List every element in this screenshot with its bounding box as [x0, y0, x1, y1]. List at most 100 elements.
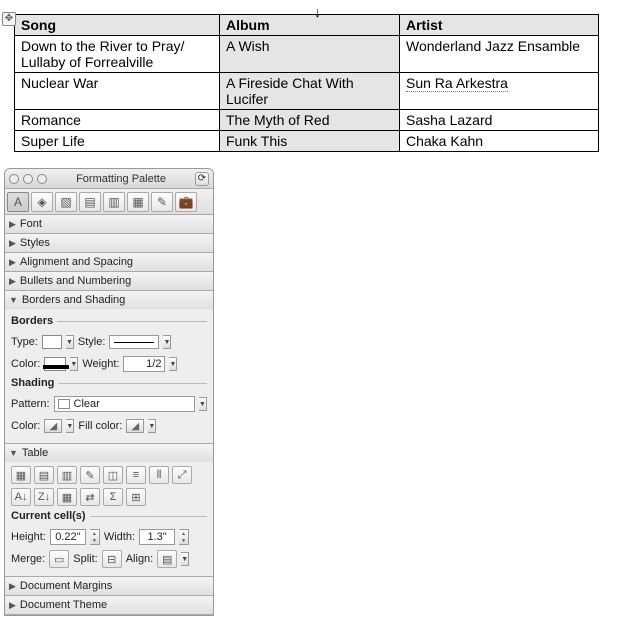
pattern-label: Pattern: [11, 398, 50, 410]
table-row[interactable]: Down to the River to Pray/ Lullaby of Fo… [15, 36, 599, 73]
convert-icon[interactable]: ⇄ [80, 488, 100, 506]
section-styles[interactable]: ▶Styles [5, 234, 213, 252]
distribute-rows-icon[interactable]: ≡ [126, 466, 146, 484]
fill-color-dropdown[interactable]: ▼ [148, 419, 156, 433]
traffic-close-icon[interactable] [9, 174, 19, 184]
shade-color-bucket-icon[interactable]: ◢ [44, 419, 62, 433]
section-bullets-label: Bullets and Numbering [20, 275, 131, 287]
insert-above-icon[interactable]: ▤ [34, 466, 54, 484]
cell-album[interactable]: A Fireside Chat With Lucifer [220, 73, 400, 110]
col-header-artist[interactable]: Artist [400, 15, 599, 36]
cell-song[interactable]: Romance [15, 110, 220, 131]
songs-table[interactable]: Song Album Artist Down to the River to P… [14, 14, 599, 152]
toolbox-object-icon[interactable]: ◈ [31, 192, 53, 212]
section-font-label: Font [20, 218, 42, 230]
disclosure-down-icon: ▼ [9, 448, 18, 458]
cell-artist[interactable]: Wonderland Jazz Ensamble [400, 36, 599, 73]
border-weight-value[interactable]: 1/2 [123, 356, 165, 372]
repeat-header-icon[interactable]: ▦ [57, 488, 77, 506]
table-move-handle-icon[interactable]: ✥ [2, 12, 16, 26]
col-header-song[interactable]: Song [15, 15, 220, 36]
split-label: Split: [73, 553, 97, 565]
table-tools-row2: A↓ Z↓ ▦ ⇄ Σ ⊞ [11, 488, 207, 506]
section-styles-label: Styles [20, 237, 50, 249]
section-table-header[interactable]: ▼Table [5, 444, 213, 462]
cell-artist[interactable]: Sasha Lazard [400, 110, 599, 131]
height-stepper[interactable]: ▲▼ [90, 529, 100, 545]
cell-album[interactable]: The Myth of Red [220, 110, 400, 131]
table-row[interactable]: Nuclear War A Fireside Chat With Lucifer… [15, 73, 599, 110]
palette-titlebar[interactable]: Formatting Palette ⟳ [5, 169, 213, 189]
pattern-dropdown[interactable]: ▼ [199, 397, 207, 411]
section-theme[interactable]: ▶Document Theme [5, 596, 213, 614]
cell-align-icon[interactable]: ▤ [157, 550, 177, 568]
toolbox-reference-icon[interactable]: ▤ [79, 192, 101, 212]
cell-album[interactable]: A Wish [220, 36, 400, 73]
section-alignment[interactable]: ▶ Alignment and Spacing [5, 253, 213, 271]
height-input[interactable]: 0.22" [50, 529, 86, 545]
gridlines-icon[interactable]: ⊞ [126, 488, 146, 506]
toolbox-tools-icon[interactable]: ✎ [151, 192, 173, 212]
insert-table-icon[interactable]: ▦ [11, 466, 31, 484]
cell-song[interactable]: Super Life [15, 131, 220, 152]
border-color-swatch[interactable] [44, 357, 66, 371]
width-stepper[interactable]: ▲▼ [179, 529, 189, 545]
palette-collapse-button[interactable]: ⟳ [195, 172, 209, 186]
toolbox-text-icon[interactable]: A [7, 192, 29, 212]
table-row[interactable]: Romance The Myth of Red Sasha Lazard [15, 110, 599, 131]
cell-album[interactable]: Funk This [220, 131, 400, 152]
pattern-value: Clear [74, 398, 100, 410]
traffic-zoom-icon[interactable] [37, 174, 47, 184]
style-label: Style: [78, 336, 106, 348]
formula-icon[interactable]: Σ [103, 488, 123, 506]
cell-artist-text[interactable]: Sun Ra Arkestra [406, 75, 508, 92]
toolbox-project-icon[interactable]: ▦ [127, 192, 149, 212]
cell-song[interactable]: Down to the River to Pray/ Lullaby of Fo… [15, 36, 220, 73]
shade-color-dropdown[interactable]: ▼ [66, 419, 74, 433]
distribute-cols-icon[interactable]: ⦀ [149, 466, 169, 484]
table-wrapper: ✥ ↓ Song Album Artist Down to the River … [4, 14, 627, 152]
section-font[interactable]: ▶ Font [5, 215, 213, 233]
section-alignment-label: Alignment and Spacing [20, 256, 133, 268]
draw-table-icon[interactable]: ✎ [80, 466, 100, 484]
sort-asc-icon[interactable]: A↓ [11, 488, 31, 506]
autofit-icon[interactable]: ⤢ [172, 466, 192, 484]
cell-artist[interactable]: Sun Ra Arkestra [400, 73, 599, 110]
type-label: Type: [11, 336, 38, 348]
toolbox-scrapbook-icon[interactable]: ▧ [55, 192, 77, 212]
disclosure-down-icon: ▼ [9, 295, 18, 305]
cell-artist[interactable]: Chaka Kahn [400, 131, 599, 152]
column-insert-cursor-icon[interactable]: ↓ [314, 4, 321, 20]
eraser-icon[interactable]: ◫ [103, 466, 123, 484]
col-header-album[interactable]: Album [220, 15, 400, 36]
insert-below-icon[interactable]: ▥ [57, 466, 77, 484]
disclosure-right-icon: ▶ [9, 257, 16, 268]
align-label: Align: [126, 553, 154, 565]
section-borders-header[interactable]: ▼Borders and Shading [5, 291, 213, 309]
traffic-min-icon[interactable] [23, 174, 33, 184]
cell-song[interactable]: Nuclear War [15, 73, 220, 110]
toolbox-compatibility-icon[interactable]: ▥ [103, 192, 125, 212]
width-input[interactable]: 1.3" [139, 529, 175, 545]
table-row[interactable]: Super Life Funk This Chaka Kahn [15, 131, 599, 152]
split-cells-icon[interactable]: ⊟ [102, 550, 122, 568]
cell-align-dropdown[interactable]: ▼ [181, 552, 189, 566]
toolbox-briefcase-icon[interactable]: 💼 [175, 192, 197, 212]
border-style-preview[interactable] [109, 335, 159, 349]
disclosure-right-icon: ▶ [9, 276, 16, 287]
fill-color-bucket-icon[interactable]: ◢ [126, 419, 144, 433]
border-weight-dropdown[interactable]: ▼ [169, 357, 177, 371]
border-type-dropdown[interactable]: ▼ [66, 335, 74, 349]
pattern-select[interactable]: Clear [54, 396, 195, 412]
merge-cells-icon[interactable]: ▭ [49, 550, 69, 568]
sort-desc-icon[interactable]: Z↓ [34, 488, 54, 506]
border-style-dropdown[interactable]: ▼ [163, 335, 171, 349]
border-type-swatch[interactable] [42, 335, 62, 349]
border-color-dropdown[interactable]: ▼ [70, 357, 78, 371]
section-margins[interactable]: ▶Document Margins [5, 577, 213, 595]
disclosure-right-icon: ▶ [9, 219, 16, 230]
width-label: Width: [104, 531, 135, 543]
table-header-row[interactable]: Song Album Artist [15, 15, 599, 36]
borders-subheader: Borders [11, 315, 207, 327]
section-bullets[interactable]: ▶ Bullets and Numbering [5, 272, 213, 290]
